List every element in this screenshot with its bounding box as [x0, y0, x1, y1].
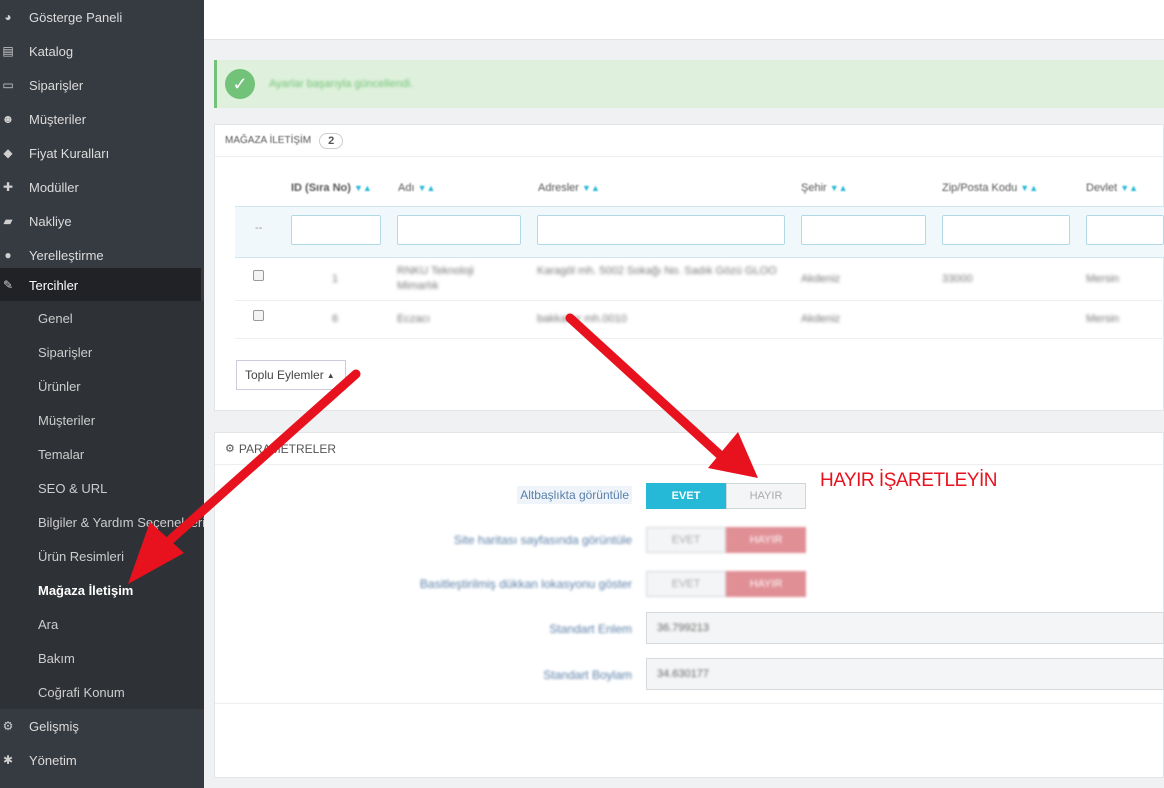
annotation-arrows	[128, 313, 758, 584]
arrow-to-store-contact	[165, 369, 361, 545]
arrow-to-hayir	[565, 313, 725, 460]
annotation-text: HAYIR İŞARETLEYİN	[820, 470, 997, 491]
